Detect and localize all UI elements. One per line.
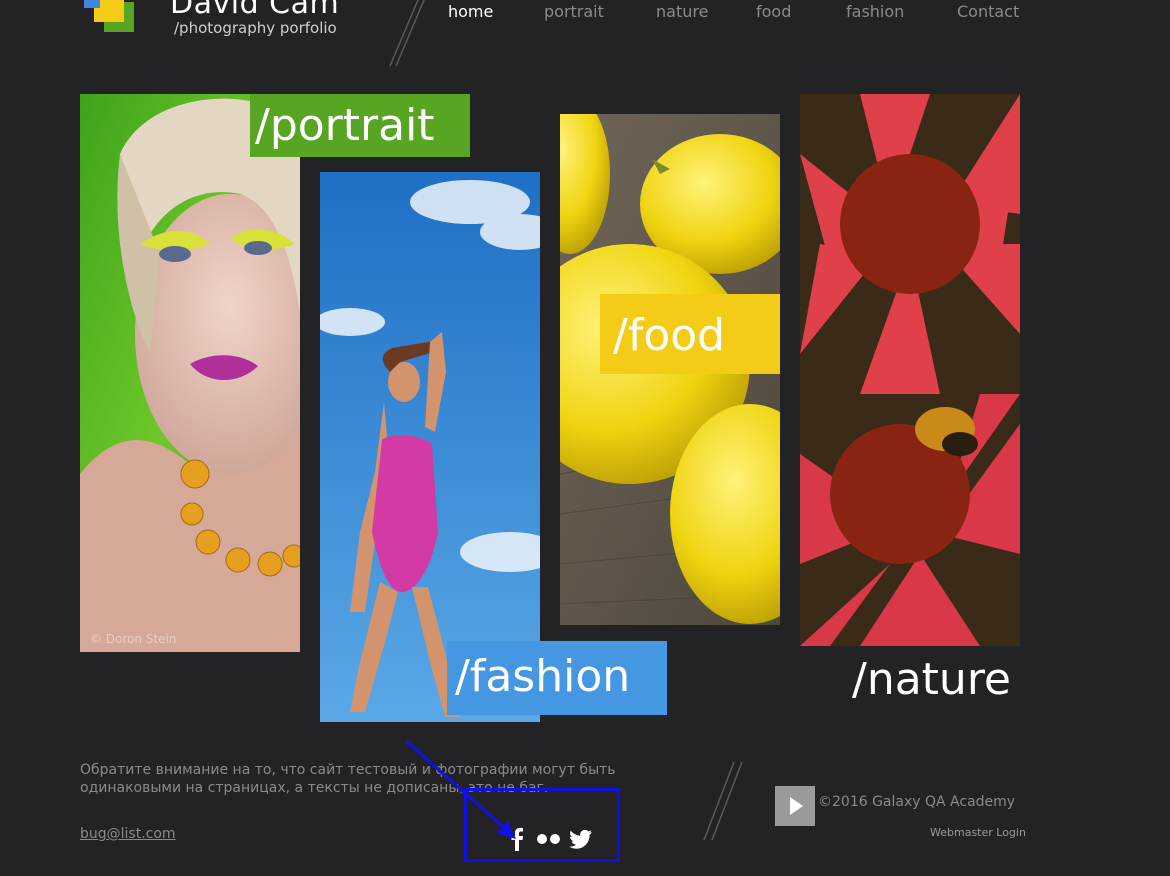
copyright-text: ©2016 Galaxy QA Academy [818, 794, 1016, 810]
footer-divider [703, 761, 743, 841]
portrait-tile[interactable]: © Doron Stein [80, 94, 300, 652]
header-divider [389, 0, 425, 67]
site-title[interactable]: David Cam [170, 0, 339, 21]
fashion-photo [320, 172, 540, 722]
play-icon [790, 797, 803, 815]
nav-fashion[interactable]: fashion [846, 2, 904, 21]
play-button[interactable] [775, 786, 815, 826]
contact-email-link[interactable]: bug@list.com [80, 826, 176, 842]
nav-contact[interactable]: Contact [957, 2, 1019, 21]
site-subtitle: /photography porfolio [174, 19, 337, 37]
nav-nature[interactable]: nature [656, 2, 708, 21]
nav-portrait[interactable]: portrait [544, 2, 604, 21]
site-logo[interactable] [84, 0, 136, 36]
food-label[interactable]: /food [613, 314, 725, 358]
photo-watermark: © Doron Stein [90, 632, 177, 646]
nature-photo [800, 94, 1020, 646]
annotation-highlight-box [464, 788, 620, 862]
nav-food[interactable]: food [756, 2, 791, 21]
nature-label[interactable]: /nature [852, 658, 1011, 702]
fashion-tile[interactable] [320, 172, 540, 722]
nav-home[interactable]: home [448, 2, 493, 21]
portrait-label[interactable]: /portrait [255, 104, 435, 148]
fashion-label[interactable]: /fashion [455, 655, 630, 699]
webmaster-login-link[interactable]: Webmaster Login [930, 826, 1026, 839]
portrait-photo [80, 94, 300, 652]
nature-tile[interactable] [800, 94, 1020, 646]
